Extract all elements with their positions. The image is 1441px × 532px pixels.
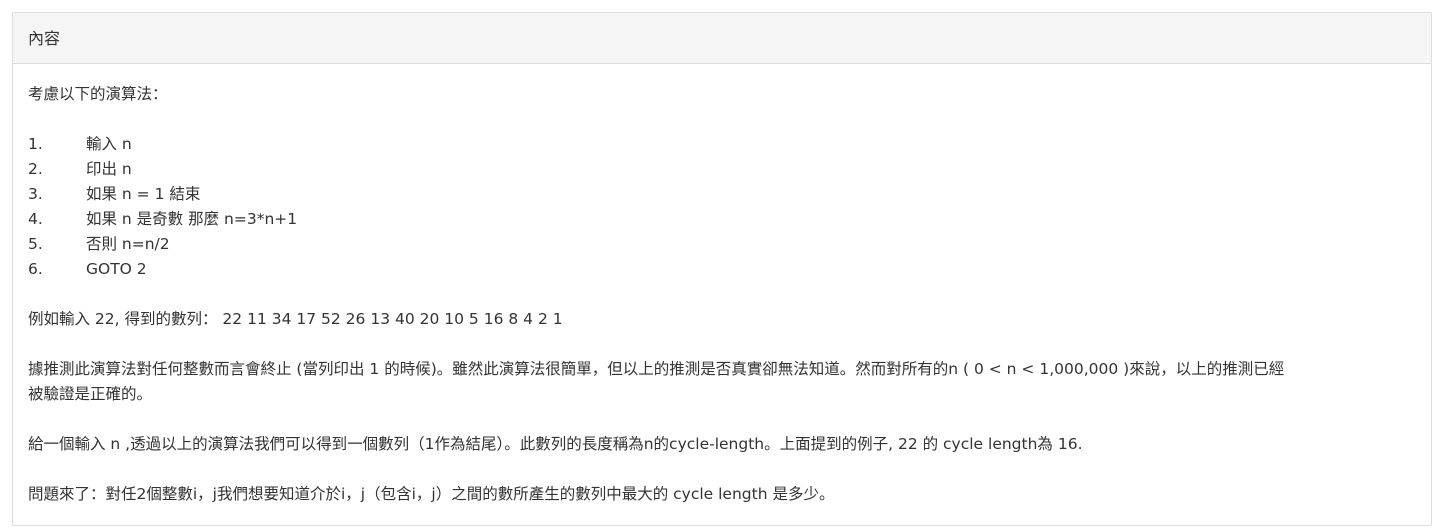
content-panel: 內容 考慮以下的演算法： 1. 輸入 n 2. 印出 n 3. 如果 n = 1… (12, 12, 1432, 526)
step-number: 5. (28, 235, 43, 253)
step-text: 如果 n = 1 結束 (86, 185, 201, 203)
panel-body: 考慮以下的演算法： 1. 輸入 n 2. 印出 n 3. 如果 n = 1 結束… (13, 64, 1431, 507)
step-text: 印出 n (86, 160, 132, 178)
panel-heading: 內容 (13, 13, 1431, 64)
step-text: 如果 n 是奇數 那麼 n=3*n+1 (86, 210, 298, 228)
algorithm-steps: 1. 輸入 n 2. 印出 n 3. 如果 n = 1 結束 4. 如果 n 是… (28, 132, 1416, 282)
step-item: 5. 否則 n=n/2 (28, 232, 1416, 257)
step-number: 6. (28, 260, 43, 278)
step-text: GOTO 2 (86, 260, 147, 278)
conjecture-line: 被驗證是正確的。 (28, 385, 153, 403)
conjecture-line: 據推測此演算法對任何整數而言會終止 (當列印出 1 的時候)。雖然此演算法很簡單… (28, 360, 1285, 378)
intro-text: 考慮以下的演算法： (28, 85, 168, 103)
step-text: 輸入 n (86, 135, 132, 153)
step-item: 1. 輸入 n (28, 132, 1416, 157)
step-text: 否則 n=n/2 (86, 235, 170, 253)
step-number: 1. (28, 135, 43, 153)
step-number: 3. (28, 185, 43, 203)
step-number: 2. (28, 160, 43, 178)
step-item: 4. 如果 n 是奇數 那麼 n=3*n+1 (28, 207, 1416, 232)
conjecture-paragraph: 據推測此演算法對任何整數而言會終止 (當列印出 1 的時候)。雖然此演算法很簡單… (28, 357, 1416, 407)
example-text: 例如輸入 22, 得到的數列： 22 11 34 17 52 26 13 40 … (28, 310, 563, 328)
cycle-length-text: 給一個輸入 n ,透過以上的演算法我們可以得到一個數列（1作為結尾）。此數列的長… (28, 435, 1083, 453)
step-item: 2. 印出 n (28, 157, 1416, 182)
question-text: 問題來了：對任2個整數i，j我們想要知道介於i，j（包含i，j）之間的數所產生的… (28, 485, 835, 503)
step-number: 4. (28, 210, 43, 228)
step-item: 6. GOTO 2 (28, 257, 1416, 282)
step-item: 3. 如果 n = 1 結束 (28, 182, 1416, 207)
